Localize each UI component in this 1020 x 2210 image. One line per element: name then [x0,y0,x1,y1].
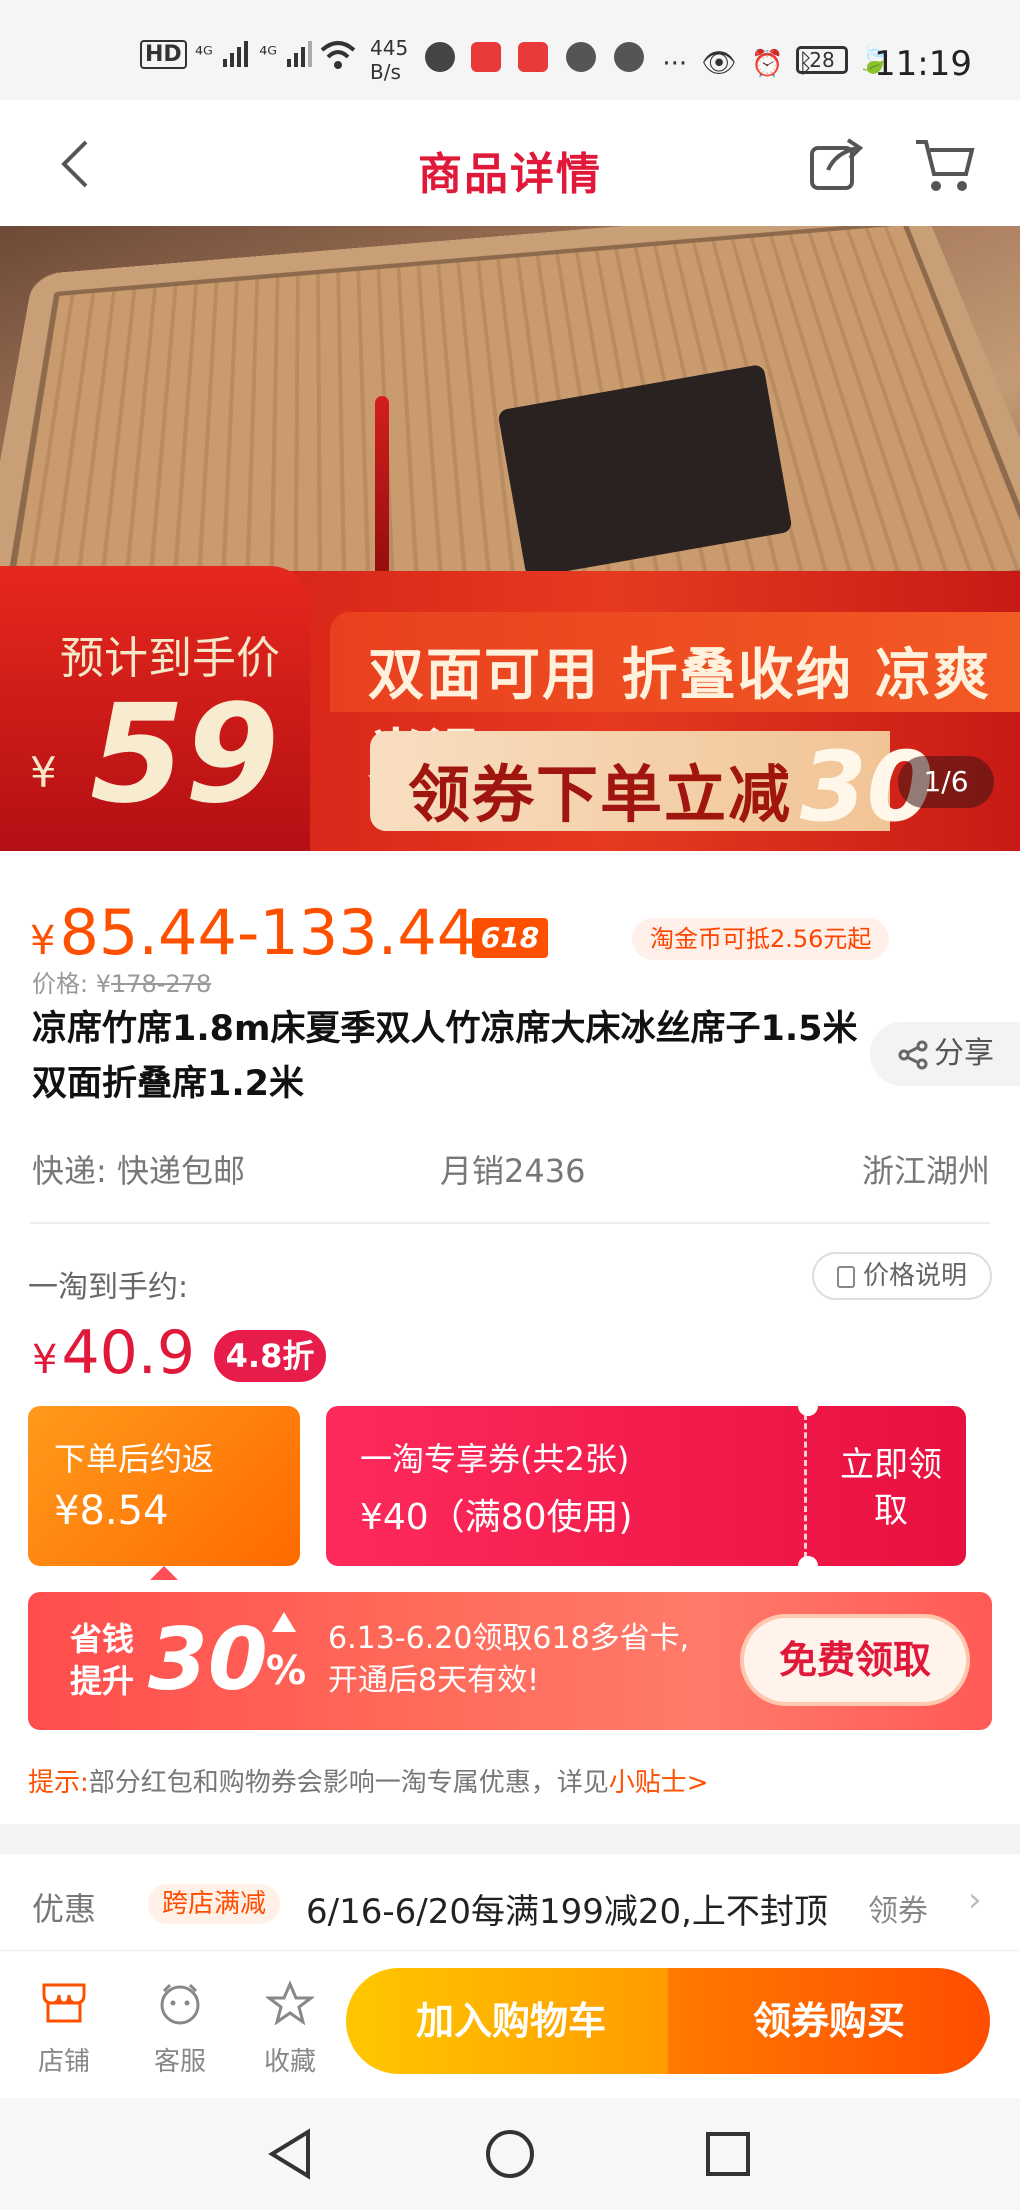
add-to-cart-button[interactable]: 加入购物车 [346,1968,676,2074]
banner-coupon-text: 领券下单立减 [408,758,793,831]
card-pointer [150,1566,178,1580]
system-nav-bar [0,2098,1020,2210]
page-indicator: 1/6 [898,756,994,808]
original-price-value: 178-278 [110,970,212,998]
page-title: 商品详情 [418,149,602,200]
yitao-label: 一淘到手约: [28,1270,189,1305]
wifi-icon [318,38,358,77]
product-title: 凉席竹席1.8m床夏季双人竹凉席大床冰丝席子1.5米双面折叠席1.2米 [32,1009,858,1104]
cart-icon[interactable] [912,134,976,194]
get-coupon-link[interactable]: 领券 [868,1886,928,1930]
voucher-divider [804,1414,807,1558]
price-note-button[interactable]: 价格说明 [812,1252,992,1300]
rebate-card: 下单后约返 ¥8.54 [28,1406,300,1566]
saving-left-text: 省钱 提升 [70,1620,135,1700]
saving-info: 6.13-6.20领取618多省卡, 开通后8天有效! [328,1618,689,1702]
expected-price-value: 59 [90,676,280,834]
alarm-icon: ⏰ [751,49,784,79]
divider [30,1222,990,1224]
shop-label: 店铺 [37,2047,90,2077]
eye-icon: 👁 [701,46,737,79]
original-price: 价格: ¥178-278 [32,964,211,999]
recents-nav-icon[interactable] [704,2130,752,2182]
section-gap [0,1824,1020,1854]
saving-percent: % [266,1648,307,1694]
product-image-carousel[interactable]: 预计到手价 ¥ 59 双面可用 折叠收纳 凉爽光滑 领券下单立减 30 1/6 [0,226,1020,851]
favorite-button[interactable]: 收藏 [240,1980,340,2078]
yitao-price: ¥40.9 [32,1318,195,1388]
promo-618-badge: 618 [472,918,548,958]
nav-header: 商品详情 [0,100,1020,226]
tip-body: 部分红包和购物券会影响一淘专属优惠，详见 [88,1768,609,1798]
home-nav-icon[interactable] [484,2128,536,2184]
share-icon [898,1040,928,1069]
claim-voucher-button[interactable]: 立即领取 [826,1442,956,1534]
document-icon [836,1265,855,1288]
price-range: ¥85.44-133.44 [30,896,476,969]
original-price-label: 价格: ¥ [32,970,111,998]
voucher-notch [798,1396,818,1416]
service-button[interactable]: 客服 [130,1981,230,2078]
saving-info-line1: 6.13-6.20领取618多省卡, [328,1621,690,1656]
shipping-info: 快递: 快递包邮 [32,1152,245,1190]
star-icon [240,1980,340,2031]
voucher-detail: ¥40（满80使用) [360,1497,633,1538]
share-button[interactable]: 分享 [870,1022,1020,1086]
share-label: 分享 [934,1036,994,1071]
favorite-label: 收藏 [263,2047,316,2077]
voucher-notch [798,1556,818,1576]
coupon-buy-button[interactable]: 领券购买 [668,1968,990,2074]
status-bar: HD ⁴ᴳ ⁴ᴳ 445 B/s ··· 👁 ⏰ ᛒ 28 🍃 11:19 [0,0,1020,100]
saving-card-banner[interactable]: 省钱 提升 30 % 6.13-6.20领取618多省卡, 开通后8天有效! 免… [28,1592,992,1730]
promo-tag: 跨店满减 [148,1884,281,1924]
monthly-sales: 月销2436 [440,1152,586,1190]
price-note-label: 价格说明 [862,1261,967,1291]
free-claim-button[interactable]: 免费领取 [740,1614,970,1706]
share-box-icon[interactable] [806,134,866,194]
coin-offset-note[interactable]: 淘金币可抵2.56元起 [632,918,890,960]
knot-decoration [375,396,389,596]
rebate-amount: ¥8.54 [54,1488,169,1534]
price-currency: ¥ [30,918,56,964]
net-speed: 445 B/s [370,36,409,84]
expected-price-currency: ¥ [30,748,57,797]
chevron-right-icon[interactable]: › [968,1880,982,1920]
saving-big-number: 30 [148,1610,268,1710]
notification-icons: ··· 👁 ⏰ ᛒ [425,42,813,79]
voucher-card[interactable]: 一淘专享券(共2张) ¥40（满80使用) 立即领取 [326,1406,966,1566]
price-range-value: 85.44-133.44 [59,896,477,969]
service-icon [130,1981,230,2031]
yitao-currency: ¥ [32,1337,58,1383]
rebate-title: 下单后约返 [54,1440,215,1478]
back-nav-icon[interactable] [266,2128,314,2184]
tip-key: 提示: [28,1768,89,1798]
network-indicator: HD ⁴ᴳ ⁴ᴳ [140,38,315,69]
yitao-price-value: 40.9 [61,1318,196,1388]
saving-info-line2: 开通后8天有效! [328,1663,540,1698]
service-label: 客服 [153,2047,206,2077]
shop-button[interactable]: 店铺 [14,1981,114,2078]
promo-label: 优惠 [32,1890,97,1928]
ship-location: 浙江湖州 [861,1152,990,1190]
voucher-title: 一淘专享券(共2张) [360,1440,630,1478]
tip-text: 提示:部分红包和购物券会影响一淘专属优惠，详见小贴士> [28,1762,709,1799]
tips-link[interactable]: 小贴士> [609,1768,709,1798]
promo-text: 6/16-6/20每满199减20,上不封顶 [306,1892,828,1932]
battery-icon: 28 [796,44,848,74]
clock: 11:19 [874,44,972,84]
discount-badge: 4.8折 [214,1330,326,1382]
arrow-up-icon [272,1612,296,1632]
shop-icon [14,1981,114,2031]
